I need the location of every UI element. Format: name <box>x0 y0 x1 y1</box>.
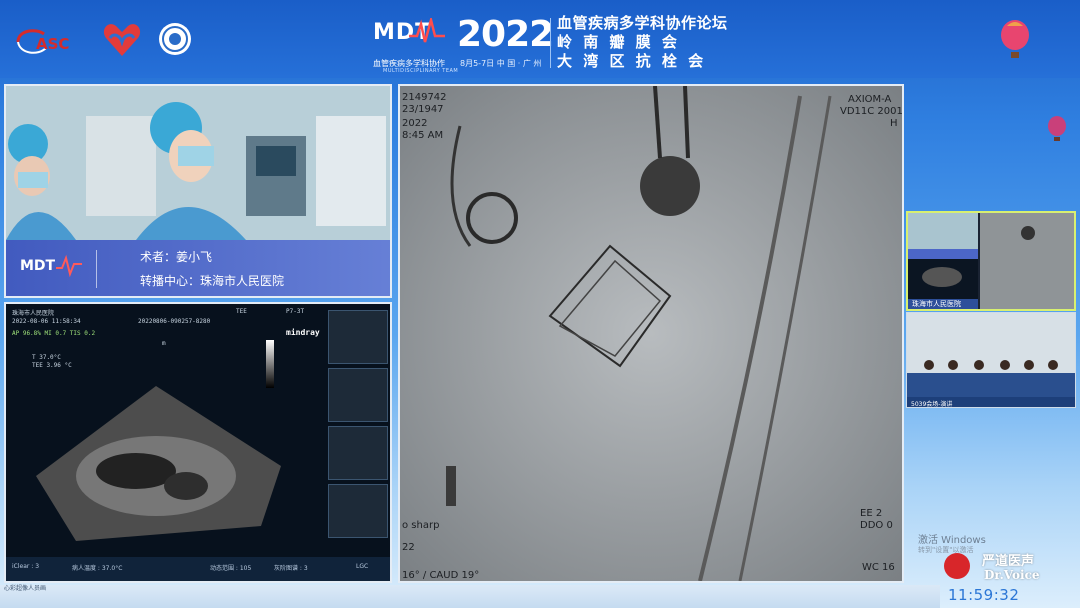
xray-bottom-left-line-2: 22 <box>402 542 415 553</box>
conference-year: 2022 <box>457 14 554 55</box>
stream-clock: 11:59:32 <box>948 586 1020 604</box>
conference-header: ASC MDT 血管疾病多学科协作 MULTIDISCIPLINARY TEAM… <box>0 0 1080 78</box>
mdt-subtitle-en: MULTIDISCIPLINARY TEAM <box>383 68 459 74</box>
heart-hands-logo-icon <box>103 24 141 56</box>
activate-windows-hint: 转到"设置"以激活 <box>918 546 974 554</box>
header-divider <box>550 18 551 68</box>
asc-logo-text: ASC <box>36 35 69 53</box>
xray-top-left-line-1: 2149742 <box>402 92 447 103</box>
multiview-thumbnail[interactable]: 珠海市人民医院 <box>906 211 1076 311</box>
echo-depth-marker: m <box>162 340 166 347</box>
asc-logo-icon: ASC <box>16 29 69 54</box>
echo-thumb-1[interactable] <box>328 310 388 364</box>
echo-thumbnail-column <box>328 310 388 550</box>
echo-temp2: TEE 3.96 °C <box>32 362 72 369</box>
mdt-logo: MDT 血管疾病多学科协作 MULTIDISCIPLINARY TEAM <box>373 14 458 74</box>
echo-thumb-4[interactable] <box>328 484 388 538</box>
conference-title: 血管疾病多学科协作论坛 岭 南 瓣 膜 会 大 湾 区 抗 栓 会 <box>557 14 728 71</box>
echo-brand: mindray <box>286 328 320 337</box>
xray-bottom-right-line-2: DDO 0 <box>860 520 893 531</box>
association-seal-icon <box>159 23 191 55</box>
small-balloon-icon <box>1048 116 1066 141</box>
title-line-2: 岭 南 瓣 膜 会 <box>557 33 680 51</box>
venue-thumbnail[interactable]: 5039会场-演讲 <box>906 312 1076 408</box>
dr-voice-brand-en: Dr.Voice <box>984 568 1040 582</box>
echo-hospital: 珠海市人民医院 <box>12 310 55 317</box>
venue-panel-image <box>907 313 1075 397</box>
pulse-wave-icon <box>409 18 445 43</box>
surgeon-info-bar: MDT 术者：姜小飞 转播中心：珠海市人民医院 <box>6 240 390 296</box>
surgeon-name: 术者：姜小飞 <box>140 250 213 264</box>
xray-top-right-line-3: H <box>890 118 898 129</box>
echo-thumb-2[interactable] <box>328 368 388 422</box>
surgeon-camera-feed[interactable]: MDT 术者：姜小飞 转播中心：珠海市人民医院 <box>4 84 392 298</box>
operating-room-scene <box>6 86 390 240</box>
bottom-caption: 心彩超像人员画 <box>4 585 47 592</box>
xray-top-left-line-4: 8:45 AM <box>402 130 444 141</box>
broadcast-center: 转播中心：珠海市人民医院 <box>140 274 285 288</box>
xray-bottom-left-line-3: 16° / CAUD 19° <box>402 570 480 581</box>
venue-label: 5039会场-演讲 <box>911 401 953 408</box>
xray-top-right-line-2: VD11C 2001 <box>840 106 903 117</box>
title-line-1: 血管疾病多学科协作论坛 <box>557 14 728 32</box>
dr-voice-logo-icon <box>944 553 970 579</box>
xray-top-right-line-1: AXIOM-A <box>848 94 892 105</box>
echo-mode: TEE <box>236 308 247 315</box>
multiview-label: 珠海市人民医院 <box>912 300 961 308</box>
bottom-strip <box>0 585 940 608</box>
activate-windows-watermark: 激活 Windows <box>918 535 986 546</box>
mdt-small-logo-icon: MDT <box>20 254 82 278</box>
multiview-thumbnail-image <box>908 213 1074 309</box>
echocardiography-feed[interactable]: 珠海市人民医院 2022-08-06 11:58:34 20220806-090… <box>4 302 392 583</box>
xray-bottom-left-line-1: o sharp <box>402 520 440 531</box>
dr-voice-brand-cn: 严道医声 <box>982 554 1035 569</box>
xray-bottom-right-line-1: EE 2 <box>860 508 883 519</box>
echo-datetime: 2022-08-06 11:58:34 <box>12 318 81 325</box>
echo-status-bar: iClear : 3 病人温度 : 37.0°C 动态范围 : 105 灰阶图谱… <box>6 557 390 581</box>
mdt-small-logo: MDT <box>16 250 97 288</box>
venue-footer: 5039会场-演讲 <box>907 397 1075 408</box>
svg-text:MDT: MDT <box>20 258 56 274</box>
echo-patient-id: 20220806-090257-8280 <box>138 318 211 325</box>
echo-probe: P7-3T <box>286 308 305 315</box>
echo-temp1: T 37.0°C <box>32 354 61 361</box>
hot-air-balloon-icon <box>1001 20 1029 58</box>
xray-top-left-line-3: 2022 <box>402 118 428 129</box>
gray-scale-bar-icon <box>266 340 274 388</box>
echo-thumb-3[interactable] <box>328 426 388 480</box>
fluoroscopy-feed[interactable]: 2149742 23/1947 2022 8:45 AM AXIOM-A VD1… <box>398 84 904 583</box>
echo-dynamic-range: 动态范围 : 105 <box>210 565 252 572</box>
echo-lgc: LGC <box>356 563 369 570</box>
echo-params: AP 96.8% MI 0.7 TIS 0.2 <box>12 330 96 337</box>
xray-corner-label: WC 16 <box>862 562 895 573</box>
echo-gray-map: 灰阶图谱 : 3 <box>274 565 308 572</box>
echo-patient-temp: 病人温度 : 37.0°C <box>72 565 123 572</box>
fluoroscopy-image <box>400 86 902 581</box>
conference-date-location: 8月5-7日 中 国 · 广 州 <box>460 59 542 68</box>
ultrasound-sector-image <box>36 386 281 541</box>
echo-iclear: iClear : 3 <box>12 563 40 570</box>
title-line-3: 大 湾 区 抗 栓 会 <box>557 52 707 70</box>
xray-top-left-line-2: 23/1947 <box>402 104 444 115</box>
